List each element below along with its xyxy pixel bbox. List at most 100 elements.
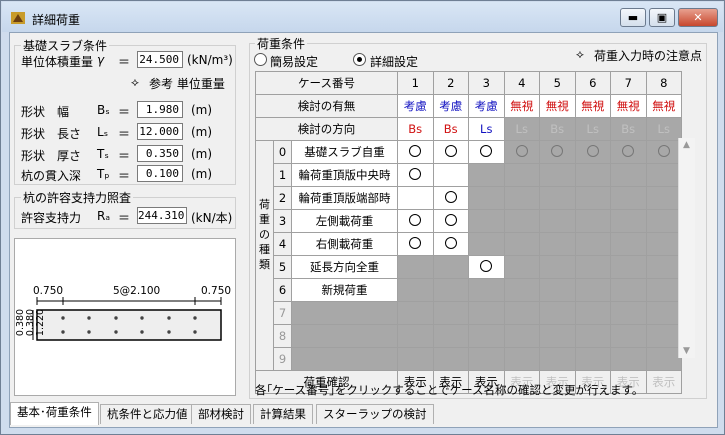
cell[interactable] (432, 232, 469, 256)
case-number-header: ケース番号 (255, 71, 398, 95)
row-num: 2 (273, 186, 292, 210)
load-type-side-label: 荷重の種類 (255, 140, 274, 371)
cell (610, 140, 647, 164)
cell (610, 209, 647, 233)
dir-3[interactable]: Ls (468, 117, 505, 141)
tab-results[interactable]: 計算結果 (253, 404, 313, 424)
scroll-down-icon[interactable]: ▼ (683, 346, 690, 356)
close-button[interactable]: ✕ (678, 8, 718, 27)
radio-detail[interactable] (353, 53, 366, 66)
case-8[interactable]: 8 (645, 71, 682, 95)
enable-1[interactable]: 考慮 (397, 94, 434, 118)
ref-unit-weight-link[interactable]: 参考 単位重量 (149, 75, 225, 92)
cell[interactable] (468, 255, 505, 279)
tab-stirrup-check[interactable]: スターラップの検討 (316, 404, 434, 424)
app-icon (11, 12, 25, 24)
enable-7[interactable]: 無視 (610, 94, 647, 118)
minimize-button[interactable]: ▬ (620, 8, 646, 27)
unit-weight-input[interactable]: 24.500 (137, 51, 183, 68)
cell (645, 347, 682, 371)
circle-mark (409, 144, 422, 157)
row-name[interactable]: 左側載荷重 (291, 209, 398, 233)
cell (539, 140, 576, 164)
case-2[interactable]: 2 (432, 71, 469, 95)
maximize-button[interactable]: ▣ (649, 8, 675, 27)
cell[interactable] (432, 186, 469, 210)
width-input[interactable]: 1.980 (137, 101, 183, 118)
title-bar: 詳細荷重 ▬ ▣ ✕ (2, 2, 723, 32)
notice-link[interactable]: 荷重入力時の注意点 (594, 47, 702, 64)
enable-2[interactable]: 考慮 (432, 94, 469, 118)
thickness-sym: Tₛ (97, 147, 109, 161)
cell[interactable] (432, 163, 469, 187)
enable-5[interactable]: 無視 (539, 94, 576, 118)
row-name[interactable]: 基礎スラブ自重 (291, 140, 398, 164)
footer-hint: 各｢ケース番号｣をクリックすることでケース名称の確認と変更が行えます。 (255, 383, 644, 397)
cell (539, 186, 576, 210)
cell[interactable] (397, 186, 434, 210)
cell (503, 301, 540, 325)
radio-simple-label[interactable]: 簡易設定 (270, 53, 318, 70)
cell (468, 347, 505, 371)
cell (539, 278, 576, 302)
radio-detail-label[interactable]: 詳細設定 (370, 53, 418, 70)
thickness-input[interactable]: 0.350 (137, 145, 183, 162)
case-5[interactable]: 5 (539, 71, 576, 95)
row-name[interactable]: 新規荷重 (291, 278, 398, 302)
cell[interactable] (432, 140, 469, 164)
case-3[interactable]: 3 (468, 71, 505, 95)
width-label: 形状 幅 (21, 105, 70, 119)
radio-simple[interactable] (254, 53, 267, 66)
cell[interactable] (397, 140, 434, 164)
dir-1[interactable]: Bs (397, 117, 434, 141)
case-4[interactable]: 4 (503, 71, 540, 95)
dir-2[interactable]: Bs (432, 117, 469, 141)
row-name[interactable]: 右側載荷重 (291, 232, 398, 256)
enable-4[interactable]: 無視 (503, 94, 540, 118)
case-1[interactable]: 1 (397, 71, 434, 95)
allowable-sym: Rₐ (97, 209, 111, 223)
row-name[interactable]: 輪荷重頂版端部時 (291, 186, 398, 210)
load-group-title: 荷重条件 (255, 35, 308, 52)
enable-3[interactable]: 考慮 (468, 94, 505, 118)
case-7[interactable]: 7 (610, 71, 647, 95)
cell (503, 278, 540, 302)
cell (610, 232, 647, 256)
cell (645, 140, 682, 164)
penetration-input[interactable]: 0.100 (137, 165, 183, 182)
cell (645, 232, 682, 256)
cell (610, 186, 647, 210)
penetration-unit: (m) (191, 167, 213, 181)
eq: ＝ (118, 127, 131, 141)
cell[interactable] (432, 209, 469, 233)
cell (503, 186, 540, 210)
ref-link-icon[interactable]: ⟡ (131, 75, 139, 90)
case-6[interactable]: 6 (574, 71, 611, 95)
row-num: 3 (273, 209, 292, 233)
tab-pile-stress[interactable]: 杭条件と応力値 (100, 404, 195, 424)
eq: ＝ (118, 169, 131, 183)
grid-scrollbar[interactable]: ▲ ▼ (678, 138, 695, 358)
scroll-up-icon[interactable]: ▲ (683, 140, 690, 150)
allowable-input[interactable]: 244.310 (137, 207, 187, 224)
cell[interactable] (397, 209, 434, 233)
cell[interactable] (397, 232, 434, 256)
direction-header: 検討の方向 (255, 117, 398, 141)
tab-member-check[interactable]: 部材検討 (191, 404, 251, 424)
eq: ＝ (118, 105, 131, 119)
row-num: 9 (273, 347, 292, 371)
row-name[interactable]: 延長方向全重 (291, 255, 398, 279)
width-sym: Bₛ (97, 103, 110, 117)
notice-icon[interactable]: ⟡ (576, 47, 584, 62)
tab-basic-load[interactable]: 基本･荷重条件 (10, 402, 99, 425)
cell[interactable] (397, 163, 434, 187)
row-name[interactable]: 輪荷重頂版中央時 (291, 163, 398, 187)
circle-mark (444, 190, 457, 203)
slab-diagram: 0.750 5@2.100 0.750 0.380 0.380 1.220 (14, 238, 236, 396)
eq: ＝ (118, 149, 131, 163)
enable-8[interactable]: 無視 (645, 94, 682, 118)
enable-6[interactable]: 無視 (574, 94, 611, 118)
cell[interactable] (468, 140, 505, 164)
allowable-group-title: 杭の許容支持力照査 (21, 189, 134, 206)
length-input[interactable]: 12.000 (137, 123, 183, 140)
